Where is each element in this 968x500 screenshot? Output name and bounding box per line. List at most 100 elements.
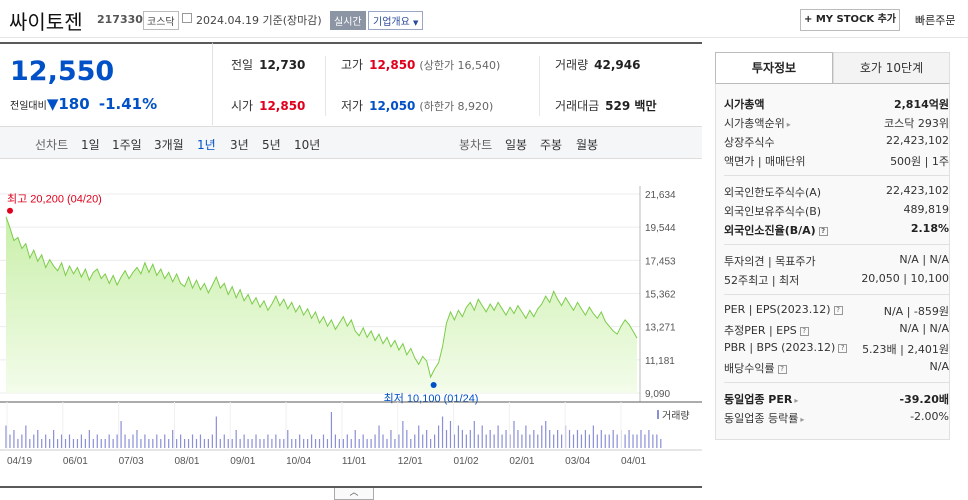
- volume-bar: [160, 439, 162, 448]
- volume-bar: [346, 434, 348, 448]
- volume-bar: [156, 434, 158, 448]
- volume-bar: [342, 439, 344, 448]
- invest-info-panel: 시가총액 2,814억원 시가총액순위 ▸ 코스닥 293위 상장주식수 22,423,…: [715, 83, 950, 440]
- volume-bar: [180, 434, 182, 448]
- volume-bar: [545, 421, 547, 448]
- tab-10y[interactable]: 10년: [294, 136, 320, 153]
- volume-bars: [5, 412, 662, 448]
- volume-bar: [68, 434, 71, 448]
- row-foreign-limit: 외국인한도주식수(A) 22,423,102: [724, 184, 949, 200]
- tab-5y[interactable]: 5년: [262, 136, 281, 153]
- tab-daily[interactable]: 일봉: [505, 136, 527, 153]
- stat-label: 저가: [341, 99, 364, 113]
- help-icon[interactable]: ?: [838, 344, 848, 353]
- price-chart[interactable]: 21,634 19,544 17,453 15,362 13,271 11,181 9,09…: [0, 176, 702, 486]
- volume-bar: [13, 430, 15, 448]
- volume-bar: [80, 434, 83, 448]
- volume-bar: [362, 434, 364, 448]
- tab-3m[interactable]: 3개월: [154, 136, 184, 153]
- volume-bar: [636, 434, 638, 448]
- row-market-cap-rank[interactable]: 시가총액순위 ▸ 코스닥 293위: [724, 115, 949, 131]
- volume-bar: [283, 439, 285, 448]
- company-info-dropdown[interactable]: 기업개요 ▼: [368, 11, 424, 30]
- row-sector-rate[interactable]: 동일업종 등락률 ▸ -2.00%: [724, 410, 949, 426]
- help-icon[interactable]: ?: [833, 306, 843, 315]
- volume-bar: [501, 434, 503, 448]
- volume-bar: [449, 421, 452, 448]
- y-tick-label: 13,271: [645, 323, 676, 334]
- volume-bar: [350, 439, 352, 448]
- volume-bar: [191, 434, 194, 448]
- row-sector-per[interactable]: 동일업종 PER ▸ -39.20배: [724, 391, 949, 407]
- volume-bar: [541, 425, 543, 448]
- volume-bar: [231, 439, 233, 448]
- tab-1w[interactable]: 1주일: [112, 136, 142, 153]
- volume-bar: [168, 439, 170, 448]
- volume-bar: [457, 425, 460, 448]
- add-mystock-button[interactable]: + MY STOCK 추가: [800, 9, 900, 31]
- volume-bar: [402, 421, 404, 448]
- tab-monthly[interactable]: 월봉: [576, 136, 598, 153]
- volume-bar: [84, 439, 86, 448]
- stat-value: 42,946: [594, 58, 641, 72]
- volume-bar: [549, 430, 551, 448]
- tab-invest-info[interactable]: 투자정보: [715, 52, 833, 84]
- price-stats: 전일 12,730 고가 12,850 (상한가 16,540) 거래량 42,946 …: [212, 42, 702, 125]
- realtime-button[interactable]: 실시간: [330, 11, 366, 30]
- tab-weekly[interactable]: 주봉: [540, 136, 562, 153]
- volume-bar: [318, 439, 321, 448]
- row-est-per: 추정PER | EPS? N/A | N/A: [724, 322, 949, 338]
- volume-bar: [17, 439, 19, 448]
- volume-bar: [314, 439, 317, 448]
- row-par: 액면가 | 매매단위 500원 | 1주: [724, 153, 949, 169]
- tab-3y[interactable]: 3년: [230, 136, 249, 153]
- volume-bar: [267, 434, 269, 448]
- row-label: 배당수익률: [724, 362, 775, 375]
- row-foreign-ratio: 외국인소진율(B/A)? 2.18%: [724, 222, 949, 238]
- volume-bar: [604, 434, 606, 448]
- x-tick-label: 10/04: [286, 456, 311, 467]
- help-icon[interactable]: ?: [777, 365, 787, 374]
- y-tick-label: 17,453: [645, 256, 676, 267]
- tab-1d[interactable]: 1일: [81, 136, 100, 153]
- volume-bar: [104, 439, 106, 448]
- help-icon[interactable]: ?: [818, 227, 828, 236]
- y-axis-ticks: 21,634 19,544 17,453 15,362 13,271 11,181 9,09…: [645, 190, 676, 400]
- tab-hoga-10[interactable]: 호가 10단계: [833, 52, 950, 84]
- volume-bar: [612, 430, 614, 448]
- row-52week: 52주최고 | 최저 20,050 | 10,100: [724, 272, 949, 288]
- volume-bar: [584, 430, 587, 448]
- row-value: 22,423,102: [886, 184, 949, 197]
- x-tick-label: 08/01: [174, 456, 199, 467]
- x-tick-label: 02/01: [509, 456, 534, 467]
- divider: [724, 382, 949, 383]
- volume-bar: [378, 425, 380, 448]
- row-value: 489,819: [903, 203, 950, 216]
- row-shares: 상장주식수 22,423,102: [724, 134, 949, 150]
- row-value: 2,814억원: [893, 98, 949, 111]
- line-chart-label: 선차트: [35, 138, 69, 152]
- volume-bar: [533, 430, 535, 448]
- volume-bar: [418, 425, 420, 448]
- volume-bar: [576, 430, 579, 448]
- volume-bar: [53, 430, 55, 448]
- volume-bar: [152, 439, 154, 448]
- volume-bar: [25, 425, 27, 448]
- volume-bar: [426, 430, 428, 448]
- volume-bar: [100, 439, 102, 448]
- collapse-toggle-button[interactable]: ︿: [334, 488, 374, 500]
- volume-bar: [338, 439, 340, 448]
- row-label: 시가총액순위: [724, 117, 785, 130]
- volume-bar: [96, 434, 98, 448]
- tab-1y[interactable]: 1년: [197, 136, 216, 153]
- quick-order-link[interactable]: 빠른주문: [915, 12, 955, 28]
- stat-low: 저가 12,050 (하한가 8,920): [341, 97, 493, 114]
- stat-label: 고가: [341, 58, 364, 72]
- stat-value: 12,850: [369, 58, 416, 72]
- chevron-right-icon: ▸: [786, 120, 791, 129]
- row-foreign-hold: 외국인보유주식수(B) 489,819: [724, 203, 949, 219]
- volume-bar: [505, 430, 507, 448]
- change-label: 전일대비: [10, 101, 47, 112]
- volume-bar: [600, 430, 602, 448]
- help-icon[interactable]: ?: [799, 327, 809, 336]
